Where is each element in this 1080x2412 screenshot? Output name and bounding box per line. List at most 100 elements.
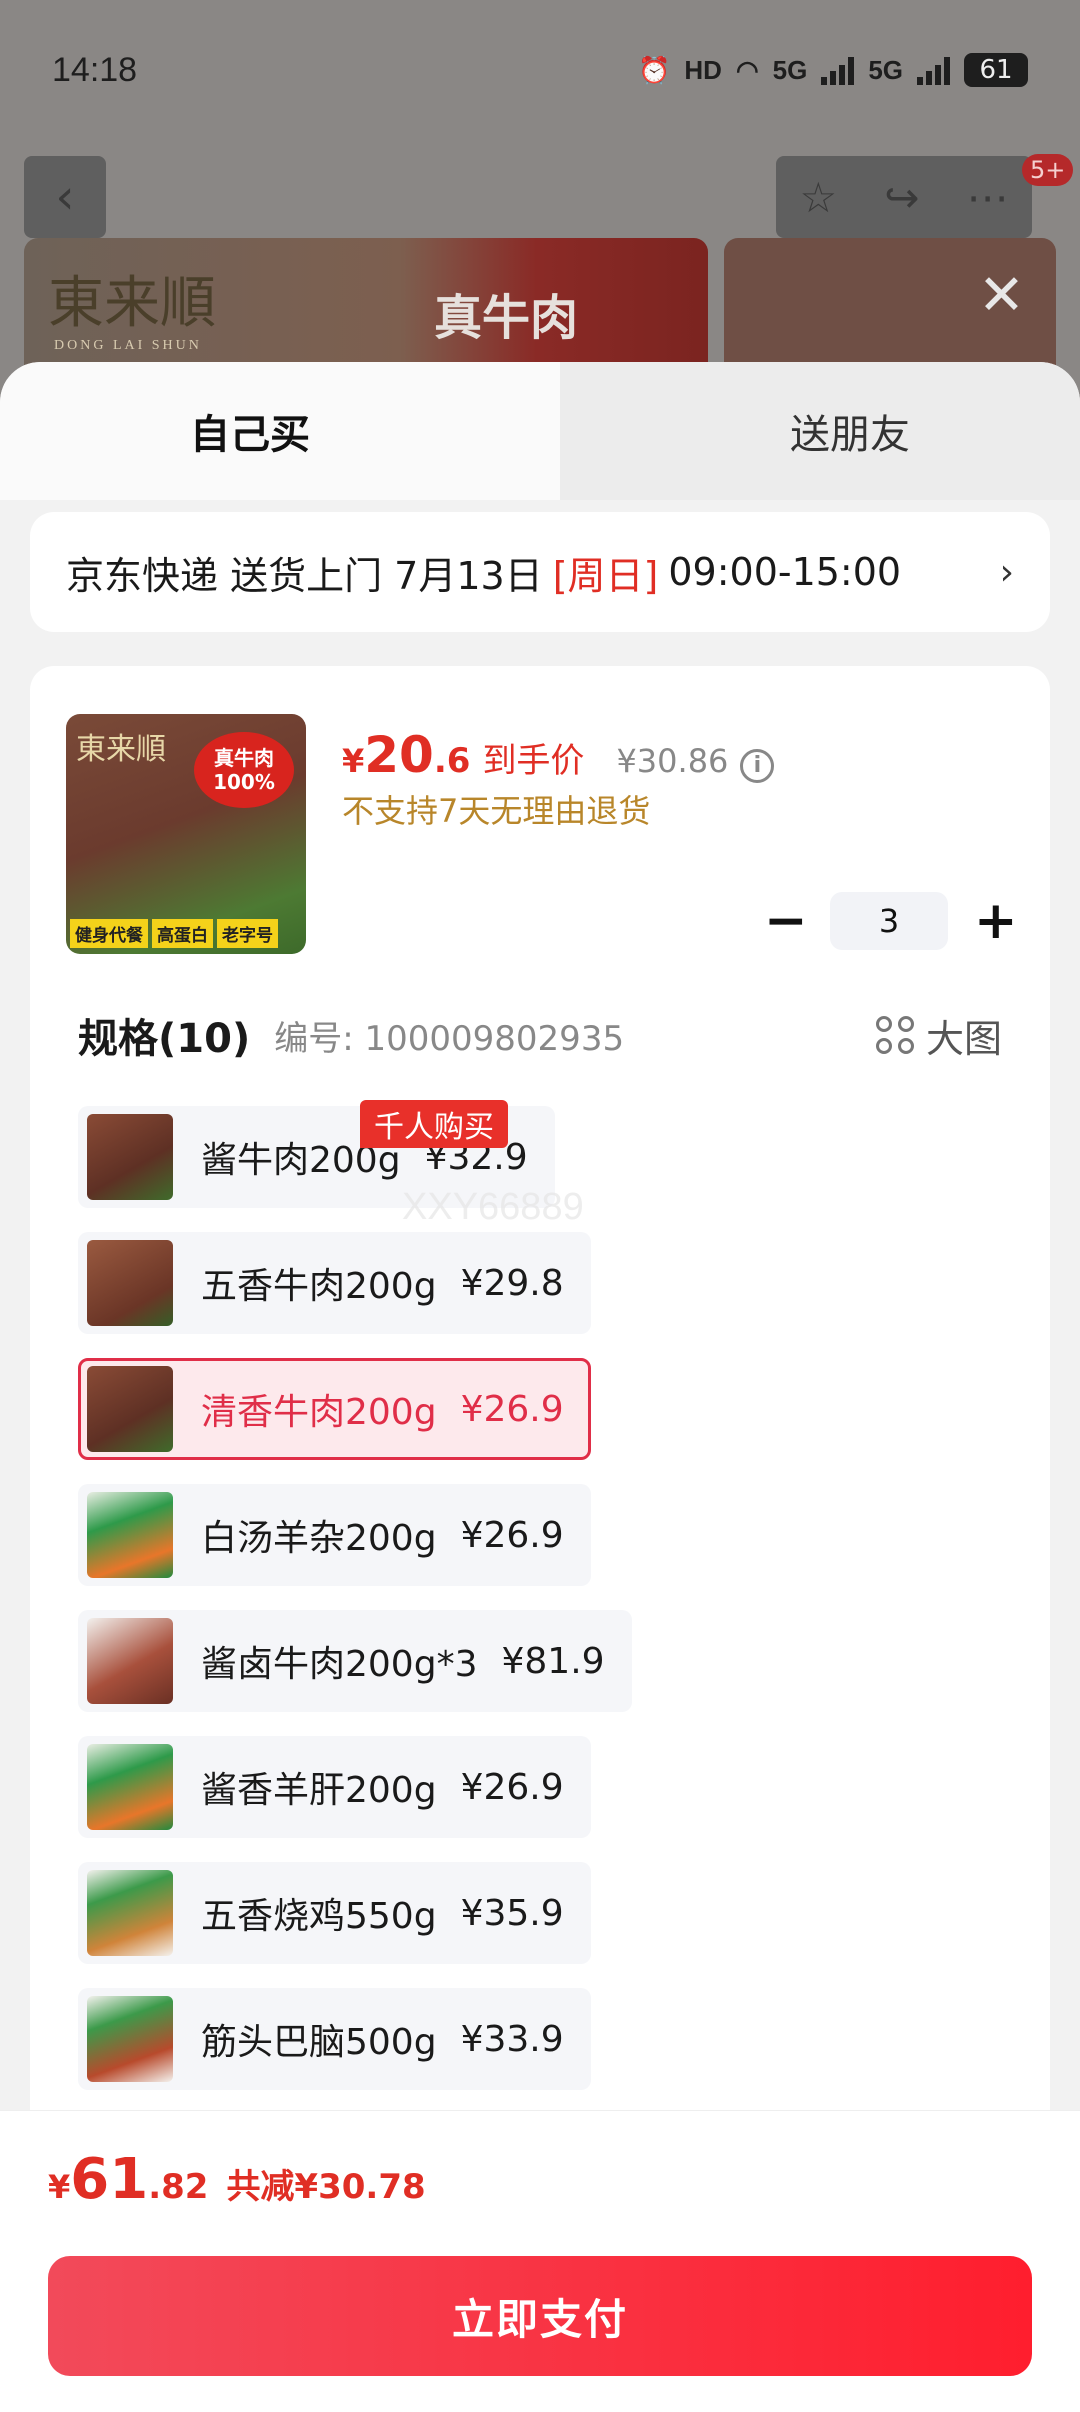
network-5g-icon: 5G <box>772 54 808 85</box>
total-dec: .82 <box>148 2167 209 2207</box>
big-picture-toggle[interactable]: 大图 <box>875 1008 1002 1063</box>
spec-price: ¥81.9 <box>501 1640 605 1682</box>
big-picture-label: 大图 <box>925 1016 1002 1061</box>
spec-thumbnail <box>87 1618 173 1704</box>
total-currency: ¥ <box>48 2168 71 2206</box>
product-image-badge: 老字号 <box>217 919 278 948</box>
decrease-quantity-button[interactable]: − <box>764 895 808 947</box>
status-icons: ⏰ HD ◠ 5G 5G 61 <box>638 53 1028 87</box>
grid-view-icon <box>875 1016 914 1054</box>
quantity-stepper: − 3 + <box>764 892 1018 950</box>
banner-brand-sub: DONG LAI SHUN <box>54 338 202 353</box>
spec-name: 酱香羊肝200g <box>201 1770 437 1811</box>
spec-thumbnail <box>87 1996 173 2082</box>
spec-thumbnail <box>87 1114 173 1200</box>
chevron-right-icon: › <box>999 551 1014 593</box>
spec-price: ¥35.9 <box>460 1892 564 1934</box>
product-number: 编号: 100009802935 <box>274 1018 625 1059</box>
spec-option-8[interactable]: 筋头巴脑500g ¥33.9 <box>78 1988 591 2090</box>
message-badge: 5+ <box>1022 154 1074 186</box>
spec-name: 筋头巴脑500g <box>201 2022 437 2063</box>
tab-buy-for-self[interactable]: 自己买 <box>0 362 560 500</box>
quantity-input[interactable]: 3 <box>830 892 948 950</box>
spec-price: ¥26.9 <box>460 1388 564 1430</box>
spec-thumbnail <box>87 1492 173 1578</box>
signal-icon <box>821 55 855 85</box>
purchase-sheet: 自己买 送朋友 京东快递 送货上门 7月13日 [周日] 09:00-15:00… <box>0 362 1080 2412</box>
spec-option-2[interactable]: 五香牛肉200g ¥29.8 <box>78 1232 591 1334</box>
increase-quantity-button[interactable]: + <box>974 895 1018 947</box>
delivery-time-window: 09:00-15:00 <box>668 550 902 594</box>
spec-thumbnail <box>87 1744 173 1830</box>
spec-name: 五香烧鸡550g <box>201 1896 437 1937</box>
star-icon[interactable]: ☆ <box>800 173 838 222</box>
spec-option-6[interactable]: 酱香羊肝200g ¥26.9 <box>78 1736 591 1838</box>
tab-buy-for-self-label: 自己买 <box>190 412 310 458</box>
status-bar: 14:18 ⏰ HD ◠ 5G 5G 61 <box>0 0 1080 140</box>
price-int: 20 <box>364 726 434 784</box>
close-icon[interactable]: ✕ <box>978 268 1025 324</box>
pay-now-button[interactable]: 立即支付 <box>48 2256 1032 2376</box>
total-int: 61 <box>70 2147 149 2212</box>
spec-option-7[interactable]: 五香烧鸡550g ¥35.9 <box>78 1862 591 1964</box>
hd-icon: HD <box>684 54 722 85</box>
spec-price: ¥26.9 <box>460 1766 564 1808</box>
more-icon[interactable]: ⋯ <box>966 173 1008 222</box>
spec-name: 清香牛肉200g <box>201 1392 437 1433</box>
checkout-bar: ¥ 61 .82 共减¥30.78 立即支付 <box>0 2110 1080 2412</box>
status-time: 14:18 <box>52 50 138 89</box>
product-image-badge: 健身代餐 <box>70 919 148 948</box>
price-dec: .6 <box>433 741 471 781</box>
spec-option-3-selected[interactable]: 清香牛肉200g ¥26.9 <box>78 1358 591 1460</box>
chevron-left-icon: ‹ <box>55 169 75 225</box>
total-price: ¥ 61 .82 共减¥30.78 <box>48 2147 426 2212</box>
spec-thumbnail <box>87 1240 173 1326</box>
back-button[interactable]: ‹ <box>24 156 106 238</box>
battery-icon: 61 <box>964 53 1028 87</box>
return-policy: 不支持7天无理由退货 <box>342 792 651 830</box>
tab-gift-to-friend[interactable]: 送朋友 <box>560 362 1080 500</box>
product-image-tag: 真牛肉 100% <box>194 732 294 808</box>
spec-name: 酱卤牛肉200g*3 <box>201 1644 478 1685</box>
total-savings: 共减¥30.78 <box>226 2167 426 2207</box>
spec-option-5[interactable]: 酱卤牛肉200g*3 ¥81.9 <box>78 1610 632 1712</box>
wifi-icon: ◠ <box>735 54 759 85</box>
price-currency: ¥ <box>342 742 365 780</box>
watermark: XXY66889 <box>402 1186 584 1228</box>
purchase-tabs: 自己买 送朋友 <box>0 362 1080 500</box>
spec-title: 规格(10) <box>78 1016 251 1062</box>
spec-thumbnail <box>87 1366 173 1452</box>
banner-tag: 真牛肉 <box>434 290 579 346</box>
product-banner-image: 東来順 DONG LAI SHUN 真牛肉 <box>24 238 708 368</box>
spec-price: ¥29.8 <box>460 1262 564 1304</box>
product-image[interactable]: 東来順 真牛肉 100% 健身代餐 高蛋白 老字号 <box>66 714 306 954</box>
final-price: ¥20.6 <box>342 726 470 784</box>
signal-icon-2 <box>917 55 950 85</box>
original-price: ¥30.86 <box>616 742 729 780</box>
final-price-label: 到手价 <box>482 741 585 781</box>
product-image-tag-line2: 100% <box>213 770 275 794</box>
network-5g-icon-2: 5G <box>868 54 903 85</box>
spec-name: 白汤羊杂200g <box>201 1518 437 1559</box>
product-image-tag-line1: 真牛肉 <box>214 746 274 770</box>
product-image-badge: 高蛋白 <box>152 919 213 948</box>
spec-price: ¥26.9 <box>460 1514 564 1556</box>
alarm-icon: ⏰ <box>638 54 671 85</box>
product-image-brand: 東来順 <box>76 732 166 767</box>
delivery-text: 京东快递 送货上门 7月13日 <box>66 553 543 598</box>
banner-brand: 東来順 <box>48 271 216 336</box>
spec-thumbnail <box>87 1870 173 1956</box>
spec-name: 五香牛肉200g <box>201 1266 437 1307</box>
spec-header: 规格(10) 编号: 100009802935 大图 <box>78 1006 1002 1064</box>
delivery-weekday: [周日] <box>552 553 659 598</box>
price-row: ¥20.6 到手价 ¥30.86 i <box>342 726 775 784</box>
spec-option-4[interactable]: 白汤羊杂200g ¥26.9 <box>78 1484 591 1586</box>
share-icon[interactable]: ↪ <box>884 173 919 222</box>
tab-gift-to-friend-label: 送朋友 <box>790 412 910 458</box>
spec-price: ¥33.9 <box>460 2018 564 2060</box>
product-image-badges: 健身代餐 高蛋白 老字号 <box>66 919 306 948</box>
info-icon[interactable]: i <box>740 748 775 783</box>
top-action-group: ☆ ↪ ⋯ <box>776 156 1032 238</box>
delivery-selector[interactable]: 京东快递 送货上门 7月13日 [周日] 09:00-15:00 › <box>30 512 1050 632</box>
hot-seller-tag: 千人购买 <box>360 1100 508 1148</box>
